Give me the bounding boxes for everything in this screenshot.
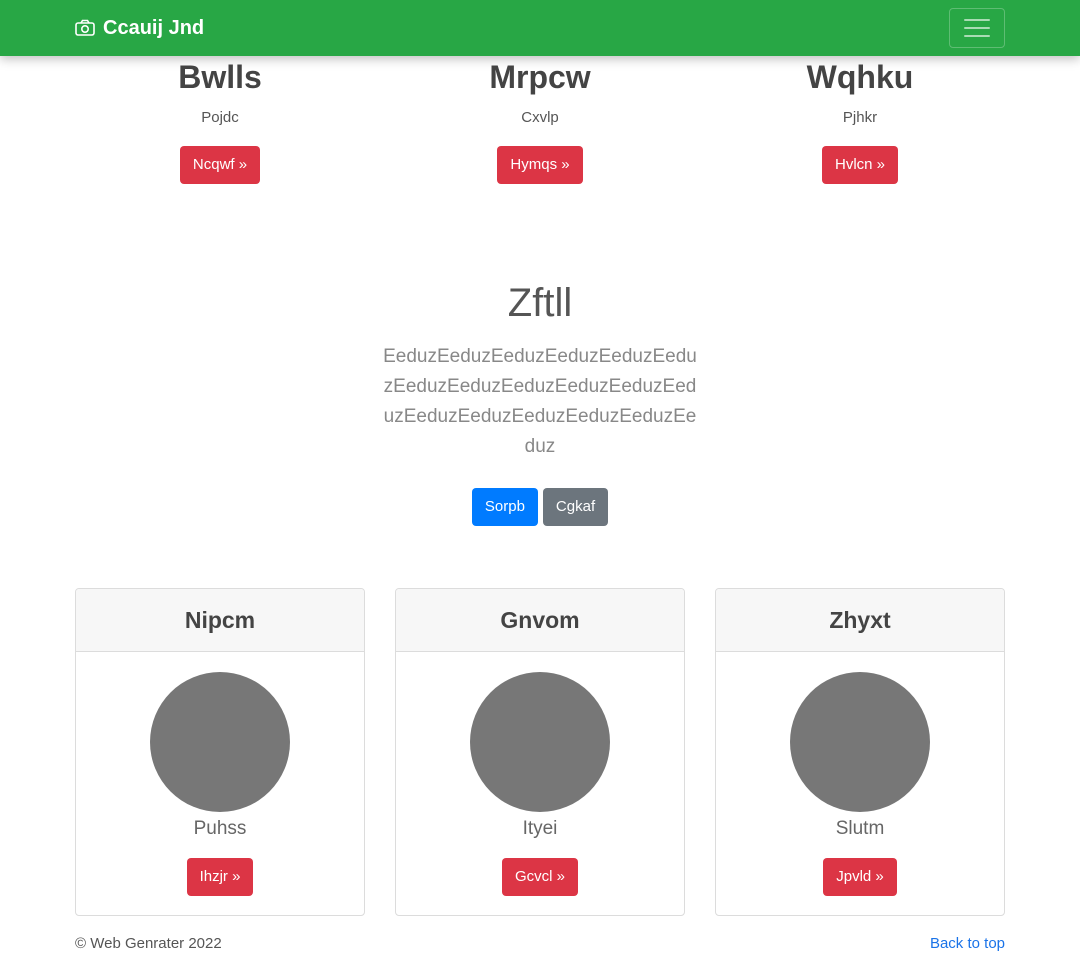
feature-column-1: Bwlls Pojdc Ncqwf » <box>80 56 360 184</box>
avatar-placeholder <box>150 672 290 812</box>
navbar: Ccauij Jnd <box>0 0 1080 56</box>
jumbotron-heading: Zftll <box>507 281 573 325</box>
brand-name: Ccauij Jnd <box>103 16 205 39</box>
card-3: Zhyxt Slutm Jpvld » <box>715 588 1005 916</box>
card-title: Slutm <box>835 818 885 839</box>
feature-column-3: Wqhku Pjhkr Hvlcn » <box>720 56 1000 184</box>
primary-button[interactable]: Sorpb <box>471 488 538 526</box>
card-button[interactable]: Jpvld » <box>823 858 897 896</box>
card-header: Gnvom <box>396 589 684 652</box>
feature-button[interactable]: Ncqwf » <box>179 146 261 184</box>
feature-text: Pjhkr <box>842 109 878 126</box>
feature-column-2: Mrpcw Cxvlp Hymqs » <box>400 56 680 184</box>
camera-icon <box>75 19 95 37</box>
secondary-button[interactable]: Cgkaf <box>542 488 609 526</box>
footer-copyright: © Web Genrater 2022 <box>75 935 222 952</box>
feature-title: Wqhku <box>806 59 914 95</box>
navbar-brand[interactable]: Ccauij Jnd <box>75 0 204 56</box>
card-button[interactable]: Gcvcl » <box>501 858 578 896</box>
feature-title: Mrpcw <box>489 59 591 95</box>
card-title: Puhss <box>193 818 247 839</box>
card-1: Nipcm Puhss Ihzjr » <box>75 588 365 916</box>
card-header: Zhyxt <box>716 589 1004 652</box>
back-to-top-link[interactable]: Back to top <box>930 934 1005 954</box>
hamburger-menu-icon <box>964 19 990 21</box>
feature-button[interactable]: Hvlcn » <box>821 146 899 184</box>
jumbotron-buttons: Sorpb Cgkaf <box>0 488 1080 526</box>
feature-title: Bwlls <box>178 59 262 95</box>
jumbotron-lead: EeduzEeduzEeduzEeduzEeduzEeduzEeduzEeduz… <box>383 346 697 457</box>
card-title: Ityei <box>522 818 558 839</box>
feature-button[interactable]: Hymqs » <box>497 146 583 184</box>
navbar-toggler-button[interactable] <box>949 8 1005 48</box>
feature-text: Cxvlp <box>521 109 559 126</box>
feature-text: Pojdc <box>201 109 239 126</box>
card-header: Nipcm <box>76 589 364 652</box>
card-2: Gnvom Ityei Gcvcl » <box>395 588 685 916</box>
avatar-placeholder <box>790 672 930 812</box>
avatar-placeholder <box>470 672 610 812</box>
jumbotron: Zftll EeduzEeduzEeduzEeduzEeduzEeduzEedu… <box>0 280 1080 526</box>
card-button[interactable]: Ihzjr » <box>186 858 254 896</box>
